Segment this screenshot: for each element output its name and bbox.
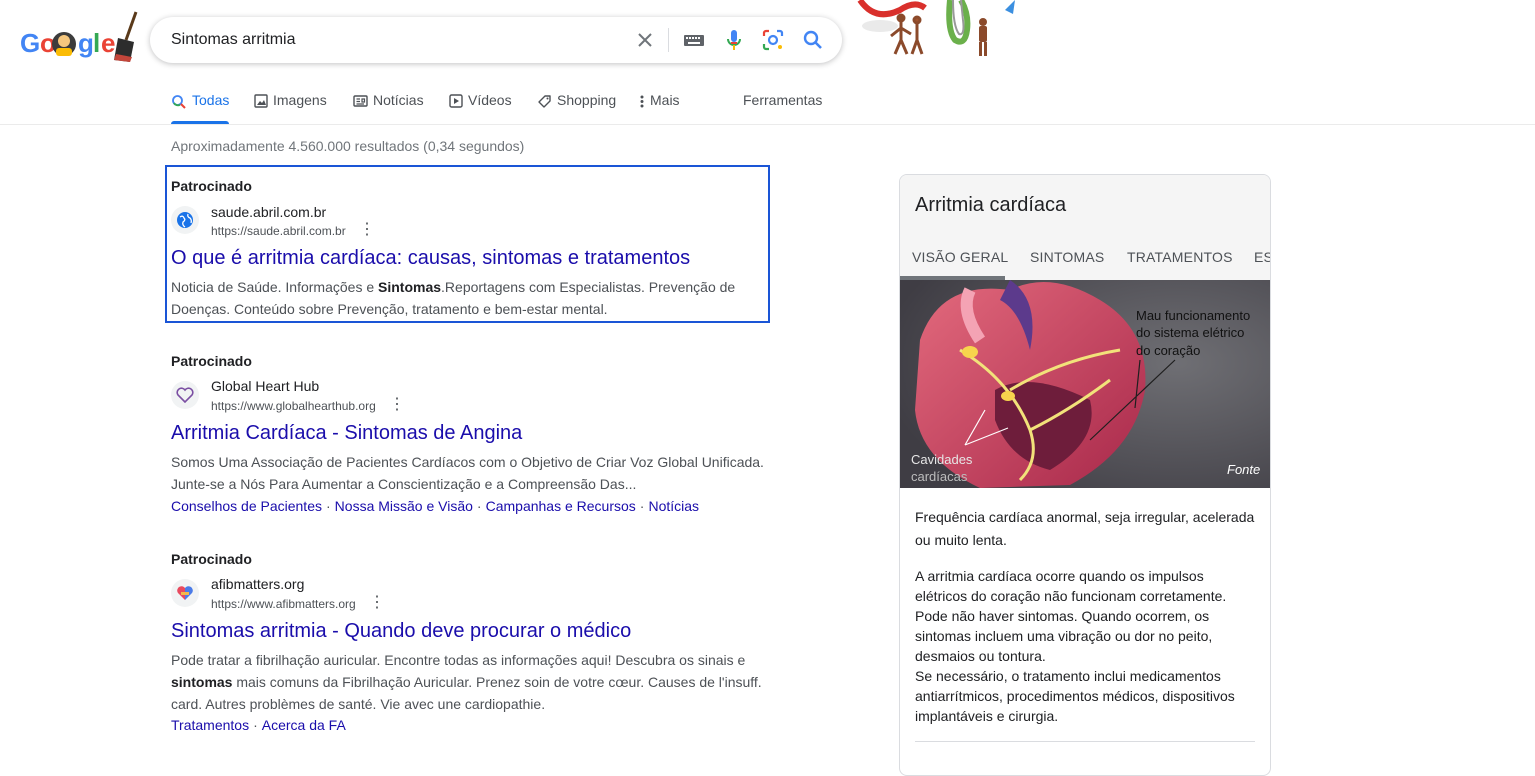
- keyboard-icon[interactable]: [682, 28, 706, 52]
- tag-icon: [538, 95, 551, 108]
- ad-title-link[interactable]: Arritmia Cardíaca - Sintomas de Angina: [171, 422, 522, 445]
- search-bar[interactable]: Sintomas arritmia: [150, 17, 842, 63]
- search-divider: [668, 28, 669, 52]
- knowledge-panel: Arritmia cardíaca VISÃO GERAL SINTOMAS T…: [899, 174, 1271, 776]
- more-options-icon[interactable]: ⋮: [389, 397, 405, 413]
- kp-summary: Frequência cardíaca anormal, seja irregu…: [915, 509, 1255, 548]
- sitelinks: Tratamentos · Acerca da FA: [171, 717, 346, 733]
- kp-description: A arritmia cardíaca ocorre quando os imp…: [915, 568, 1235, 724]
- news-icon: [353, 95, 368, 107]
- tab-label: Imagens: [273, 92, 327, 108]
- sitelink[interactable]: Notícias: [648, 498, 699, 514]
- more-options-icon[interactable]: ⋮: [369, 595, 385, 611]
- tab-videos[interactable]: Vídeos: [449, 92, 512, 124]
- site-name[interactable]: Global Heart Hub: [211, 378, 319, 394]
- tab-shopping[interactable]: Shopping: [537, 92, 616, 124]
- tools-button[interactable]: Ferramentas: [743, 92, 822, 124]
- image-caption-line: Mau funcionamento: [1136, 308, 1250, 323]
- image-label-line: Cavidades: [911, 452, 973, 467]
- site-url[interactable]: https://www.globalhearthub.org: [211, 399, 376, 413]
- sitelink[interactable]: Campanhas e Recursos: [486, 498, 636, 514]
- image-caption-line: do sistema elétrico: [1136, 325, 1244, 340]
- tab-mais[interactable]: Mais: [639, 92, 680, 124]
- microphone-icon[interactable]: [722, 28, 746, 52]
- tab-noticias[interactable]: Notícias: [353, 92, 424, 124]
- image-source-link[interactable]: Fonte: [1227, 462, 1260, 477]
- image-caption-line: do coração: [1136, 343, 1200, 358]
- search-submit-icon[interactable]: [801, 28, 825, 52]
- knowledge-panel-header: Arritmia cardíaca VISÃO GERAL SINTOMAS T…: [900, 175, 1270, 280]
- selection-highlight: [165, 165, 770, 323]
- svg-text:g: g: [78, 28, 94, 58]
- tab-label: Notícias: [373, 92, 424, 108]
- afib-logo-icon[interactable]: [171, 579, 199, 607]
- ad-title-link[interactable]: Sintomas arritmia - Quando deve procurar…: [171, 620, 631, 643]
- svg-text:l: l: [93, 28, 100, 58]
- kp-tab-more[interactable]: ES: [1254, 249, 1270, 265]
- svg-text:G: G: [20, 28, 40, 58]
- site-url[interactable]: https://www.afibmatters.org: [211, 597, 356, 611]
- tab-todas[interactable]: Todas: [171, 92, 229, 124]
- play-icon: [449, 94, 463, 108]
- tab-label: Todas: [192, 92, 230, 108]
- kp-tab-symptoms[interactable]: SINTOMAS: [1030, 249, 1104, 265]
- header-divider: [0, 124, 1535, 125]
- sitelink[interactable]: Tratamentos: [171, 717, 249, 733]
- ad-description: Somos Uma Associação de Pacientes Cardía…: [171, 454, 764, 492]
- google-doodle-logo[interactable]: G o g l e: [18, 10, 142, 66]
- knowledge-panel-title: Arritmia cardíaca: [915, 194, 1067, 216]
- heart-icon[interactable]: [171, 381, 199, 409]
- site-name[interactable]: afibmatters.org: [211, 576, 304, 592]
- lens-icon[interactable]: [761, 28, 785, 52]
- image-icon: [254, 94, 268, 108]
- heart-illustration[interactable]: Mau funcionamento do sistema elétrico do…: [900, 280, 1270, 488]
- doodle-illustration[interactable]: [855, 0, 1025, 64]
- svg-text:e: e: [101, 28, 115, 58]
- ad-result: Patrocinado Global Heart Hub https://www…: [171, 353, 771, 518]
- result-stats: Aproximadamente 4.560.000 resultados (0,…: [171, 138, 525, 154]
- tab-label: Vídeos: [468, 92, 512, 108]
- sitelink[interactable]: Acerca da FA: [262, 717, 346, 733]
- tools-label: Ferramentas: [743, 92, 823, 108]
- clear-icon[interactable]: [633, 28, 657, 52]
- tab-label: Shopping: [557, 92, 617, 108]
- tab-label: Mais: [650, 92, 680, 108]
- sponsored-label: Patrocinado: [171, 353, 252, 369]
- image-label-line: cardíacas: [911, 469, 968, 484]
- search-input[interactable]: Sintomas arritmia: [171, 31, 295, 49]
- more-vert-icon: [640, 95, 644, 108]
- ad-description: Pode tratar a fibrilhação auricular. Enc…: [171, 652, 762, 712]
- kp-tab-overview[interactable]: VISÃO GERAL: [912, 249, 1008, 265]
- sitelink[interactable]: Nossa Missão e Visão: [335, 498, 473, 514]
- sitelinks: Conselhos de Pacientes · Nossa Missão e Vi…: [171, 498, 700, 514]
- sponsored-label: Patrocinado: [171, 551, 252, 567]
- kp-divider: [915, 741, 1255, 742]
- ad-result: Patrocinado afibmatters.org https://www.…: [171, 551, 771, 736]
- kp-tab-treatments[interactable]: TRATAMENTOS: [1127, 249, 1233, 265]
- search-icon: [172, 95, 186, 109]
- tab-imagens[interactable]: Imagens: [254, 92, 327, 124]
- sitelink[interactable]: Conselhos de Pacientes: [171, 498, 322, 514]
